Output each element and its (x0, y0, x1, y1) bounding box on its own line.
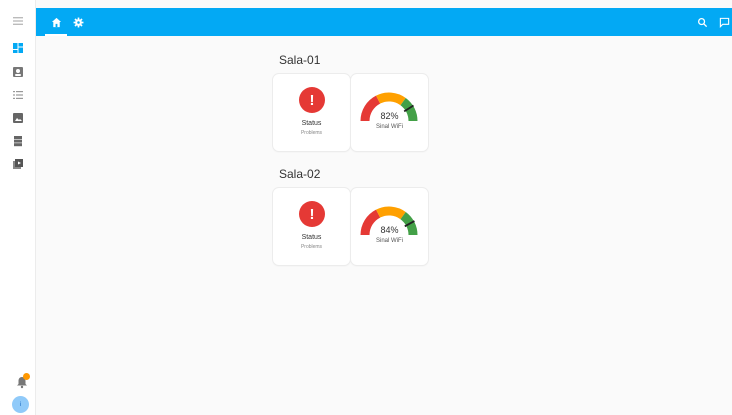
wifi-gauge-card[interactable]: 84% Sinal WiFi (351, 188, 428, 265)
sidebar: i (0, 0, 36, 415)
gauge-value: 84% (380, 225, 399, 235)
section-title-sala-01: Sala-01 (279, 53, 321, 67)
gauge-segment-yellow (376, 206, 406, 220)
chat-icon (719, 17, 729, 28)
gear-icon (73, 17, 83, 27)
status-card[interactable]: ! Status Problems (273, 74, 350, 151)
gauge-name: Sinal WiFi (375, 238, 403, 244)
notifications-button[interactable] (15, 373, 30, 389)
status-card[interactable]: ! Status Problems (273, 188, 350, 265)
alert-icon: ! (299, 87, 325, 113)
search-button[interactable] (696, 16, 708, 28)
avatar-initial: i (19, 401, 22, 408)
image-icon[interactable] (11, 111, 25, 125)
person-icon[interactable] (11, 65, 25, 79)
status-label: Status (301, 120, 322, 127)
menu-icon[interactable] (11, 14, 25, 28)
dashboard-icon[interactable] (11, 41, 25, 55)
storage-icon[interactable] (11, 134, 25, 148)
house-icon (51, 17, 61, 27)
chat-button[interactable] (718, 16, 730, 28)
tab-settings[interactable] (67, 8, 89, 36)
avatar[interactable]: i (12, 396, 29, 413)
status-label: Status (301, 234, 322, 241)
wifi-gauge-card[interactable]: 82% Sinal WiFi (351, 74, 428, 151)
top-bar (36, 8, 732, 36)
alert-icon: ! (299, 201, 325, 227)
section-title-sala-02: Sala-02 (279, 167, 321, 181)
tab-home[interactable] (45, 8, 67, 36)
gauge-segment-yellow (376, 92, 406, 106)
gauge-name: Sinal WiFi (375, 124, 403, 130)
status-sub: Problems (300, 130, 323, 136)
gauge-value: 82% (380, 111, 399, 121)
search-icon (697, 17, 707, 27)
notification-badge (23, 373, 30, 380)
status-sub: Problems (300, 244, 323, 250)
media-icon[interactable] (11, 157, 25, 171)
list-icon[interactable] (11, 88, 25, 102)
